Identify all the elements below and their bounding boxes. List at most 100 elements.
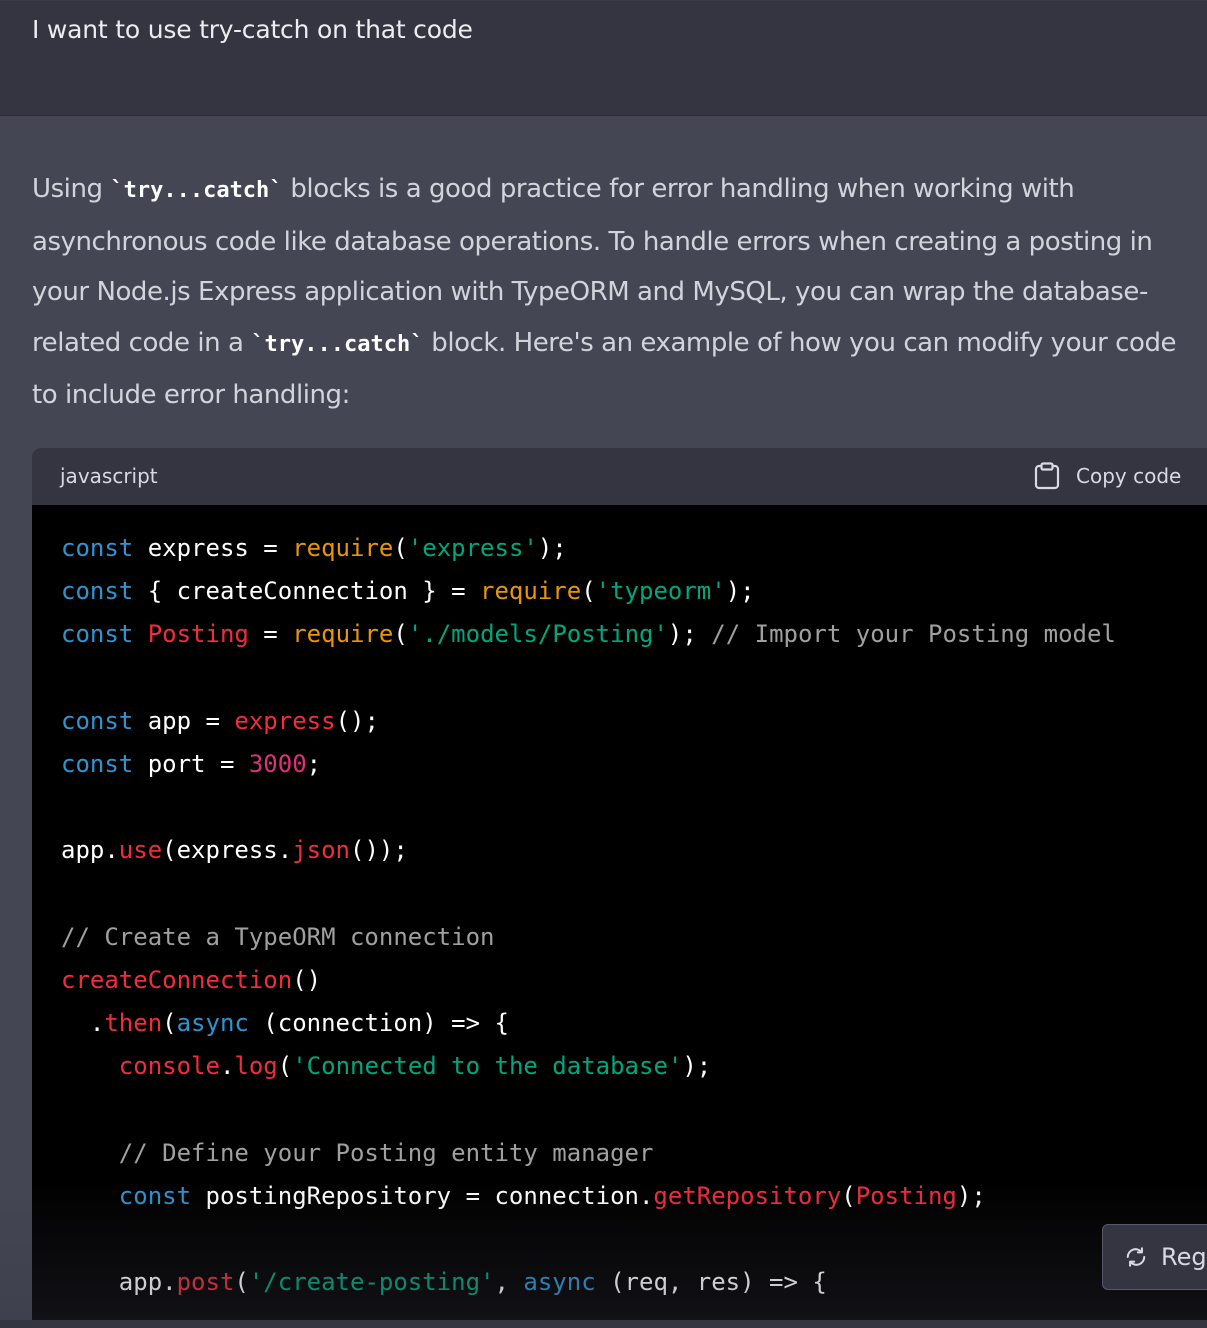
code-token: post	[176, 1268, 235, 1297]
user-message: I want to use try-catch on that code	[0, 0, 1207, 116]
code-line: .then(async (connection) => {	[61, 1002, 1116, 1045]
code-token: (connection) => {	[248, 1009, 509, 1038]
user-message-text: I want to use try-catch on that code	[32, 15, 473, 44]
code-token: port =	[133, 749, 249, 778]
code-line: const express = require('express');	[61, 527, 1116, 570]
code-token: 'typeorm'	[595, 577, 726, 606]
code-token: (	[234, 1268, 249, 1297]
code-token: express =	[133, 534, 293, 562]
input-area-edge	[0, 1320, 1207, 1328]
code-token: (express.	[162, 836, 293, 865]
assistant-paragraph: Using `try...catch` blocks is a good pra…	[32, 164, 1202, 421]
code-token: (	[393, 620, 408, 649]
code-token: const	[61, 534, 134, 562]
code-token: );	[956, 1181, 986, 1210]
code-token: );	[537, 534, 567, 562]
code-line: console.log('Connected to the database')…	[61, 1045, 1116, 1088]
code-token: (	[581, 577, 596, 606]
clipboard-icon	[1034, 462, 1060, 490]
code-token: // Import your Posting model	[711, 620, 1116, 649]
code-line: app.use(express.json());	[61, 829, 1116, 872]
regenerate-label: Regenerate response	[1161, 1243, 1207, 1271]
code-token: app.	[61, 1268, 177, 1297]
code-token: .	[61, 1009, 105, 1038]
code-block-header: javascript Copy code	[32, 448, 1207, 505]
code-token: app.	[61, 836, 119, 865]
code-token: (	[277, 1052, 293, 1081]
code-token: postingRepository = connection.	[191, 1181, 654, 1210]
code-token: createConnection	[61, 965, 293, 994]
copy-code-button[interactable]: Copy code	[1034, 460, 1181, 492]
code-token: const	[61, 706, 134, 735]
code-token: console	[118, 1052, 220, 1081]
code-line: createConnection()	[61, 959, 1116, 1002]
code-token: ();	[335, 706, 379, 735]
code-line: app.post('/create-posting', async (req, …	[61, 1261, 1116, 1304]
code-token: json	[292, 836, 350, 865]
code-token: );	[667, 620, 712, 649]
copy-code-label: Copy code	[1076, 464, 1182, 488]
code-token: async	[176, 1009, 249, 1038]
code-token: require	[480, 577, 582, 606]
code-token: express	[234, 706, 336, 735]
paragraph-text: Using	[32, 174, 111, 204]
code-token: Posting	[855, 1181, 957, 1210]
code-token: { createConnection } =	[133, 577, 481, 606]
code-token: );	[682, 1052, 712, 1081]
code-token: Posting	[147, 620, 249, 649]
code-token: (req, res) => {	[595, 1268, 827, 1297]
code-line: // Define your Posting entity manager	[61, 1132, 1116, 1175]
code-token: app =	[133, 706, 235, 735]
code-token: =	[248, 620, 293, 649]
code-token: '/create-posting'	[248, 1268, 495, 1297]
code-token: then	[104, 1009, 163, 1038]
code-token: const	[118, 1181, 192, 1210]
code-token: );	[725, 577, 755, 606]
code-token: use	[118, 836, 163, 865]
code-token: const	[61, 749, 134, 778]
code-language-label: javascript	[60, 464, 158, 488]
code-block: javascript Copy code const express = req…	[32, 448, 1207, 1328]
code-token: require	[292, 534, 394, 562]
code-token: const	[61, 620, 134, 649]
code-token: (	[841, 1181, 856, 1210]
code-token: ;	[306, 749, 322, 778]
inline-code: `try...catch`	[251, 331, 424, 357]
code-token: (	[162, 1009, 177, 1038]
inline-code: `try...catch`	[110, 178, 283, 203]
code-token: (	[393, 534, 408, 562]
code-token: // Define your Posting entity manager	[118, 1138, 654, 1167]
code-line: // Create a TypeORM connection	[61, 916, 1116, 959]
code-line: const postingRepository = connection.get…	[61, 1175, 1116, 1218]
code-line: const app = express();	[61, 700, 1116, 743]
code-line: const { createConnection } = require('ty…	[61, 570, 1116, 613]
code-token: getRepository	[653, 1181, 842, 1210]
code-token: const	[61, 577, 134, 606]
code-token: 'Connected to the database'	[292, 1052, 683, 1081]
code-token: log	[234, 1052, 278, 1081]
code-line: const Posting = require('./models/Postin…	[61, 613, 1116, 656]
regenerate-response-button[interactable]: Regenerate response	[1102, 1224, 1207, 1290]
code-token: async	[523, 1268, 596, 1297]
code-token: .	[219, 1052, 235, 1081]
refresh-icon	[1126, 1247, 1146, 1267]
code-token: require	[292, 620, 394, 649]
code-line: const port = 3000;	[61, 743, 1116, 786]
assistant-message: Using `try...catch` blocks is a good pra…	[0, 116, 1207, 1328]
code-token: './models/Posting'	[407, 620, 668, 649]
code-token: // Create a TypeORM connection	[61, 922, 495, 951]
code-token: ()	[292, 965, 322, 994]
code-token: 3000	[248, 749, 307, 778]
code-content[interactable]: const express = require('express'); const…	[61, 527, 1116, 1304]
code-token: ());	[350, 836, 408, 865]
code-token: 'express'	[407, 534, 538, 562]
